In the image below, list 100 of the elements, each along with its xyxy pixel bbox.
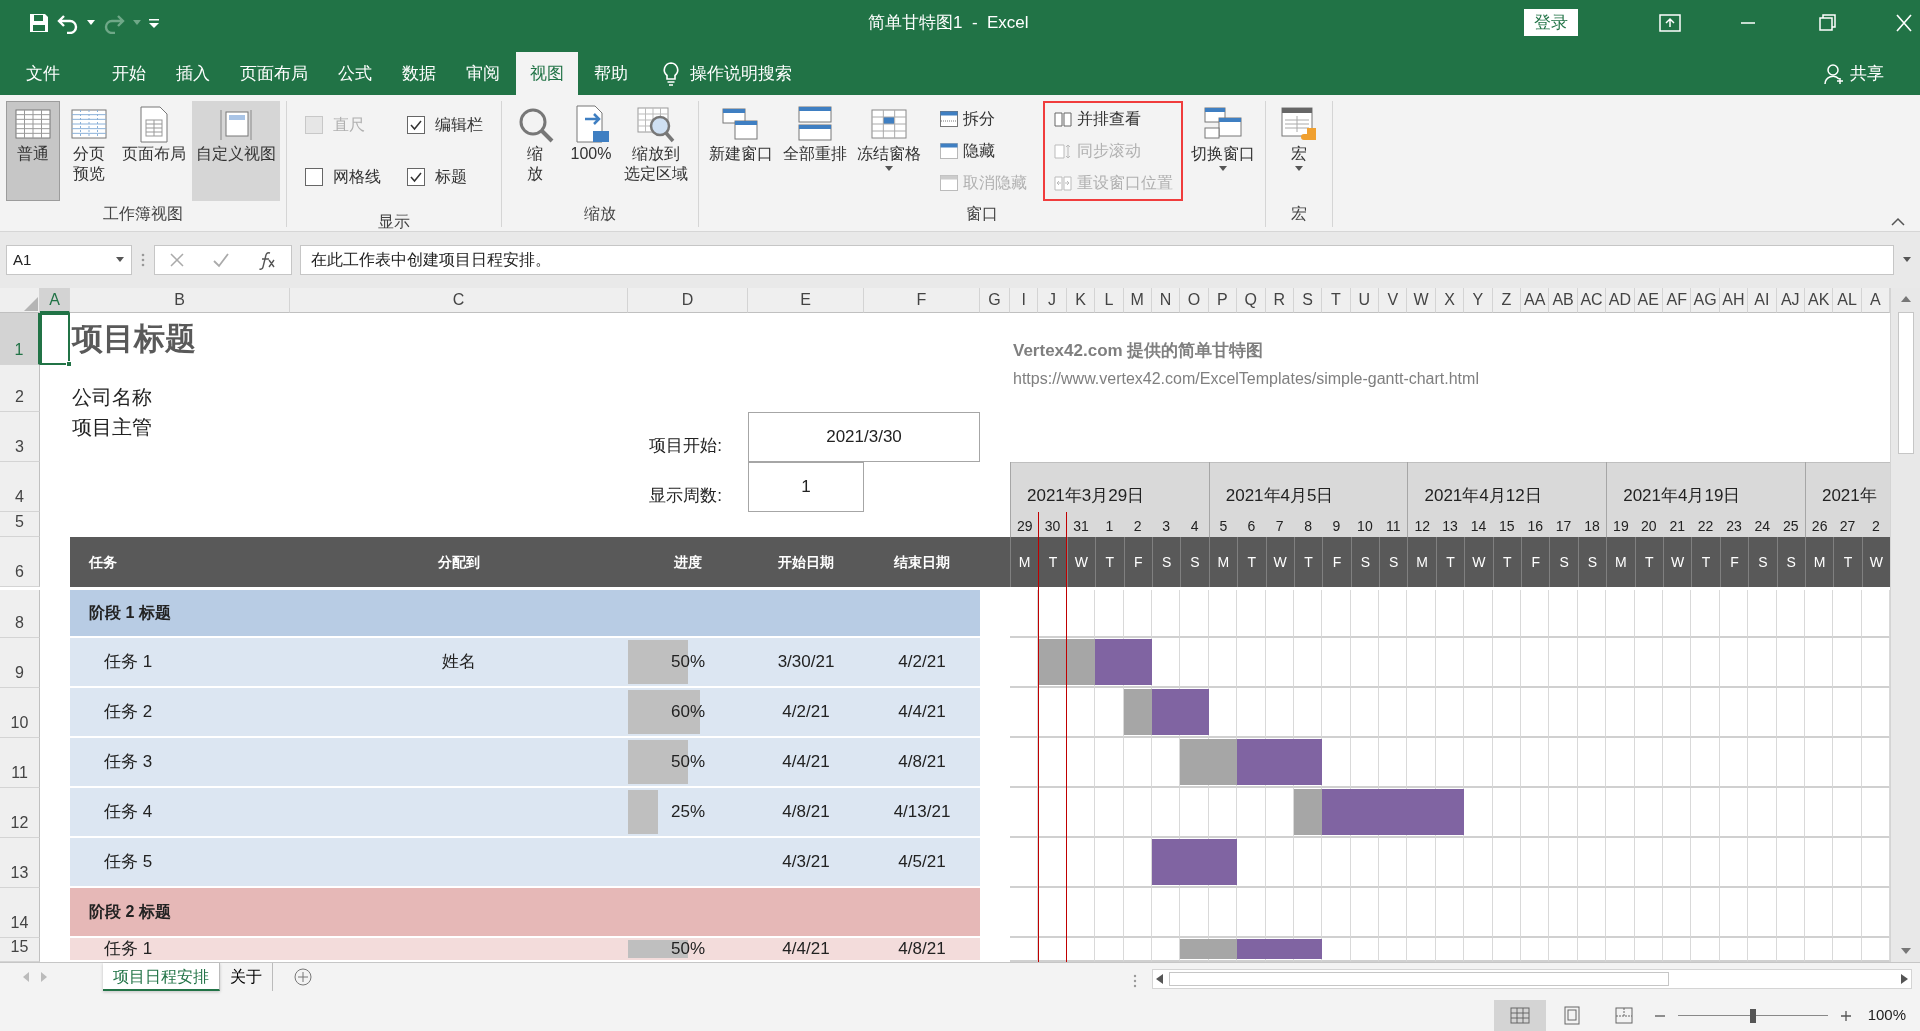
row-header[interactable]: 13 (0, 838, 40, 888)
checkbox[interactable] (305, 168, 323, 186)
menu-tab[interactable]: 开始 (98, 52, 160, 95)
column-header[interactable]: B (70, 288, 290, 313)
ribbon-button[interactable]: 缩放到 选定区域 (620, 101, 692, 201)
customize-icon[interactable] (148, 16, 160, 29)
column-header[interactable]: AA (1521, 288, 1550, 313)
column-header[interactable]: S (1293, 288, 1323, 313)
name-box[interactable]: A1 (6, 245, 132, 275)
checkbox-label[interactable]: 网格线 (333, 165, 381, 189)
column-header[interactable]: P (1208, 288, 1238, 313)
sign-in-button[interactable]: 登录 (1524, 8, 1578, 37)
ribbon-button[interactable]: 页面布局 (118, 101, 190, 201)
row-header[interactable]: 5 (0, 512, 40, 537)
row-header[interactable]: 2 (0, 365, 40, 412)
checkbox[interactable] (407, 168, 425, 186)
column-header[interactable]: Z (1492, 288, 1522, 313)
scroll-thumb[interactable] (1897, 312, 1914, 454)
cancel-icon[interactable] (168, 252, 185, 268)
slider-thumb[interactable] (1749, 1008, 1756, 1023)
column-header[interactable]: AK (1804, 288, 1834, 313)
column-header[interactable]: AC (1577, 288, 1607, 313)
menu-tab[interactable]: 数据 (388, 52, 450, 95)
ribbon-button[interactable]: 缩 放 (508, 101, 562, 201)
scroll-thumb[interactable] (1169, 972, 1669, 986)
ribbon-button[interactable]: 隐藏 (937, 137, 1029, 165)
menu-tab[interactable]: 审阅 (452, 52, 514, 95)
column-header[interactable]: AF (1663, 288, 1692, 313)
menu-tab[interactable]: 帮助 (580, 52, 642, 95)
column-header[interactable]: A (1861, 288, 1891, 313)
input-field[interactable]: 2021/3/30 (748, 412, 980, 462)
row-header[interactable]: 15 (0, 938, 40, 962)
row-header[interactable]: 6 (0, 537, 40, 587)
row-header[interactable]: 3 (0, 412, 40, 462)
ribbon-button[interactable]: 冻结窗格 (853, 101, 925, 201)
column-header[interactable]: G (980, 288, 1010, 313)
checkbox[interactable] (407, 116, 425, 134)
zoom-in-icon[interactable] (1839, 1009, 1852, 1022)
column-header[interactable]: R (1265, 288, 1294, 313)
column-header[interactable]: AB (1549, 288, 1578, 313)
column-header[interactable]: AJ (1776, 288, 1805, 313)
share-button[interactable]: 共享 (1818, 52, 1890, 95)
view-button[interactable] (1493, 1000, 1546, 1031)
function-icon[interactable] (257, 250, 278, 270)
column-header[interactable]: AG (1691, 288, 1720, 313)
column-header[interactable]: AL (1833, 288, 1862, 313)
column-header[interactable]: AH (1719, 288, 1749, 313)
column-header[interactable]: F (864, 288, 980, 313)
column-header[interactable]: W (1407, 288, 1436, 313)
menu-tab[interactable]: 公式 (324, 52, 386, 95)
row-header[interactable]: 4 (0, 462, 40, 512)
column-header[interactable]: E (748, 288, 864, 313)
scroll-up-icon[interactable] (1899, 295, 1912, 303)
column-header[interactable]: V (1379, 288, 1408, 313)
column-header[interactable]: X (1435, 288, 1465, 313)
checkbox-label[interactable]: 标题 (435, 165, 467, 189)
column-header[interactable]: A (40, 288, 70, 313)
sheet-tab[interactable]: 关于 (220, 963, 273, 991)
checkbox-label[interactable]: 编辑栏 (435, 113, 483, 137)
row-header[interactable]: 9 (0, 638, 40, 688)
ribbon-button[interactable]: 宏 (1272, 101, 1326, 201)
column-header[interactable]: U (1350, 288, 1380, 313)
column-header[interactable]: O (1180, 288, 1209, 313)
input-field[interactable]: 1 (748, 462, 864, 512)
tell-me-search[interactable]: 操作说明搜索 (656, 52, 798, 95)
column-header[interactable]: T (1322, 288, 1351, 313)
scroll-down-icon[interactable] (1899, 947, 1912, 955)
column-header[interactable]: C (290, 288, 628, 313)
ribbon-button[interactable]: 切换窗口 (1187, 101, 1259, 201)
column-header[interactable]: I (1010, 288, 1039, 313)
row-header[interactable]: 10 (0, 688, 40, 738)
ribbon-button[interactable]: 并排查看 (1051, 105, 1175, 133)
column-header[interactable]: Q (1237, 288, 1266, 313)
column-header[interactable]: AD (1606, 288, 1635, 313)
column-header[interactable]: D (628, 288, 748, 313)
row-header[interactable]: 8 (0, 590, 40, 638)
menu-tab[interactable]: 文件 (12, 52, 74, 95)
ribbon-button[interactable]: 100% (564, 101, 618, 201)
ribbon-button[interactable]: 普通 (6, 101, 60, 201)
check-icon[interactable] (212, 252, 230, 268)
splitter-icon[interactable] (1132, 973, 1138, 989)
ribbon-button[interactable]: 自定义视图 (192, 101, 280, 201)
row-header[interactable]: 12 (0, 788, 40, 838)
row-header[interactable]: 14 (0, 888, 40, 938)
url-link[interactable]: https://www.vertex42.com/ExcelTemplates/simple-gantt-chart.html (1010, 365, 1891, 412)
row-header[interactable]: 1 (0, 313, 40, 365)
ribbon-button[interactable]: 分页 预览 (62, 101, 116, 201)
ribbon-button[interactable]: 新建窗口 (705, 101, 777, 201)
row-header[interactable]: 11 (0, 738, 40, 788)
column-header[interactable]: M (1123, 288, 1152, 313)
menu-tab[interactable]: 视图 (516, 52, 578, 95)
column-header[interactable]: K (1066, 288, 1096, 313)
sheet-tab[interactable]: 项目日程安排 (103, 963, 220, 991)
column-header[interactable]: AI (1748, 288, 1777, 313)
menu-tab[interactable]: 页面布局 (226, 52, 322, 95)
zoom-slider[interactable] (1677, 1008, 1828, 1023)
menu-tab[interactable]: 插入 (162, 52, 224, 95)
add-icon[interactable] (293, 967, 313, 987)
column-header[interactable]: Y (1464, 288, 1493, 313)
column-header[interactable]: AE (1634, 288, 1663, 313)
